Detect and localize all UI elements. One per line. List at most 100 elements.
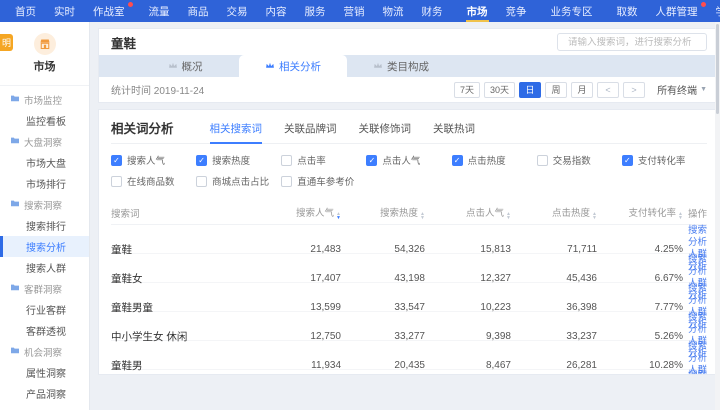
- sidebar-item-产品洞察[interactable]: 产品洞察: [0, 383, 89, 404]
- sidebar-item-行业客群[interactable]: 行业客群: [0, 299, 89, 320]
- value-cell: 26,281: [511, 360, 597, 371]
- column-header-支付转化率[interactable]: 支付转化率▲▼: [597, 205, 683, 220]
- chevron-down-icon: ▼: [700, 86, 707, 93]
- column-header-点击热度[interactable]: 点击热度▲▼: [511, 205, 597, 220]
- action-link-搜索分析[interactable]: 搜索分析: [683, 283, 707, 307]
- tab-类目构成[interactable]: 类目构成: [347, 55, 455, 77]
- nav-item-学院[interactable]: 学院: [707, 0, 720, 22]
- subtab-关联热词[interactable]: 关联热词: [433, 121, 475, 144]
- nav-item-物流[interactable]: 物流: [374, 0, 413, 22]
- checkbox-搜索人气[interactable]: ✓搜索人气: [111, 153, 196, 167]
- nav-item-服务[interactable]: 服务: [296, 0, 335, 22]
- keyword-searchbox[interactable]: [557, 33, 707, 51]
- checkbox-搜索热度[interactable]: ✓搜索热度: [196, 153, 281, 167]
- vertical-scrollbar[interactable]: [715, 22, 720, 410]
- sidebar-module-title: 市场: [34, 58, 56, 74]
- crown-icon: [168, 60, 178, 72]
- nav-item-竞争[interactable]: 竞争: [497, 0, 536, 22]
- checkbox-商城点击占比[interactable]: 商城点击占比: [196, 174, 281, 188]
- related-words-table: 搜索词搜索人气▲▼搜索热度▲▼点击人气▲▼点击热度▲▼支付转化率▲▼操作 童鞋2…: [111, 201, 707, 375]
- action-link-搜索分析[interactable]: 搜索分析: [683, 370, 707, 375]
- nav-item-商品[interactable]: 商品: [179, 0, 218, 22]
- chevron-right-icon[interactable]: >: [623, 82, 645, 98]
- main-content: 童鞋 概况相关分析类目构成 统计时间 2019-11-24 7天30天日周月<>…: [90, 22, 720, 410]
- subtab-关联修饰词[interactable]: 关联修饰词: [359, 121, 412, 144]
- period-button-30天[interactable]: 30天: [484, 82, 515, 98]
- terminal-dropdown[interactable]: 所有终端▼: [657, 82, 707, 97]
- subtab-相关搜索词[interactable]: 相关搜索词: [210, 121, 263, 144]
- search-input[interactable]: [568, 37, 700, 48]
- nav-item-人群管理[interactable]: 人群管理: [647, 0, 707, 22]
- checkbox-icon: ✓: [622, 155, 633, 166]
- checkbox-label: 点击热度: [468, 153, 506, 167]
- nav-item-财务[interactable]: 财务: [413, 0, 452, 22]
- sidebar-group-机会洞察[interactable]: 机会洞察: [0, 341, 89, 362]
- period-button-周[interactable]: 周: [545, 82, 567, 98]
- checkbox-label: 搜索人气: [127, 153, 165, 167]
- stat-time: 统计时间 2019-11-24: [111, 82, 204, 97]
- sidebar-group-客群洞察[interactable]: 客群洞察: [0, 278, 89, 299]
- sidebar-item-市场大盘[interactable]: 市场大盘: [0, 152, 89, 173]
- sidebar-item-属性洞察[interactable]: 属性洞察: [0, 362, 89, 383]
- chevron-left-icon[interactable]: <: [597, 82, 619, 98]
- checkbox-点击人气[interactable]: ✓点击人气: [366, 153, 451, 167]
- market-module-icon: [34, 33, 56, 55]
- sidebar-item-客群透视[interactable]: 客群透视: [0, 320, 89, 341]
- period-button-日[interactable]: 日: [519, 82, 541, 98]
- floating-tag[interactable]: 明: [0, 34, 13, 51]
- sidebar-item-搜索分析[interactable]: 搜索分析: [0, 236, 89, 257]
- nav-item-业务专区[interactable]: 业务专区: [542, 0, 602, 22]
- sidebar-group-搜索洞察[interactable]: 搜索洞察: [0, 194, 89, 215]
- period-button-7天[interactable]: 7天: [454, 82, 480, 98]
- value-cell: 36,398: [511, 302, 597, 313]
- nav-item-流量[interactable]: 流量: [140, 0, 179, 22]
- nav-item-取数[interactable]: 取数: [608, 0, 647, 22]
- checkbox-label: 直通车参考价: [297, 174, 354, 188]
- column-header-点击人气[interactable]: 点击人气▲▼: [425, 205, 511, 220]
- sidebar-group-大盘洞察[interactable]: 大盘洞察: [0, 131, 89, 152]
- value-cell: 9,398: [425, 331, 511, 342]
- checkbox-支付转化率[interactable]: ✓支付转化率: [622, 153, 707, 167]
- value-cell: 6.67%: [597, 273, 683, 284]
- value-cell: 12,750: [259, 331, 341, 342]
- sidebar-group-市场监控[interactable]: 市场监控: [0, 89, 89, 110]
- folder-icon: [10, 199, 20, 210]
- keyword-cell: 中小学生女 休闲: [111, 329, 259, 344]
- nav-item-营销[interactable]: 营销: [335, 0, 374, 22]
- sidebar-item-市场排行[interactable]: 市场排行: [0, 173, 89, 194]
- nav-item-作战室[interactable]: 作战室: [84, 0, 134, 22]
- action-link-搜索分析[interactable]: 搜索分析: [683, 225, 707, 249]
- page-tabs: 概况相关分析类目构成: [99, 55, 719, 77]
- sidebar-item-搜索人群[interactable]: 搜索人群: [0, 257, 89, 278]
- nav-item-首页[interactable]: 首页: [6, 0, 45, 22]
- value-cell: 11,934: [259, 360, 341, 371]
- checkbox-在线商品数[interactable]: 在线商品数: [111, 174, 196, 188]
- sidebar-header: 市场: [0, 22, 89, 86]
- column-header-搜索热度[interactable]: 搜索热度▲▼: [341, 205, 425, 220]
- nav-item-实时[interactable]: 实时: [45, 0, 84, 22]
- stat-time-label: 统计时间: [111, 86, 151, 97]
- action-link-搜索分析[interactable]: 搜索分析: [683, 254, 707, 278]
- action-link-搜索分析[interactable]: 搜索分析: [683, 341, 707, 365]
- checkbox-点击热度[interactable]: ✓点击热度: [452, 153, 537, 167]
- tab-概况[interactable]: 概况: [131, 55, 239, 77]
- checkbox-点击率[interactable]: 点击率: [281, 153, 366, 167]
- sidebar-item-搜索排行[interactable]: 搜索排行: [0, 215, 89, 236]
- scrollbar-thumb[interactable]: [716, 24, 719, 114]
- value-cell: 45,436: [511, 273, 597, 284]
- checkbox-icon: [111, 176, 122, 187]
- checkbox-直通车参考价[interactable]: 直通车参考价: [281, 174, 366, 188]
- nav-item-内容[interactable]: 内容: [257, 0, 296, 22]
- action-link-搜索分析[interactable]: 搜索分析: [683, 312, 707, 336]
- period-button-月[interactable]: 月: [571, 82, 593, 98]
- checkbox-交易指数[interactable]: 交易指数: [537, 153, 622, 167]
- tab-相关分析[interactable]: 相关分析: [239, 55, 347, 77]
- nav-item-交易[interactable]: 交易: [218, 0, 257, 22]
- value-cell: 15,813: [425, 244, 511, 255]
- checkbox-label: 搜索热度: [212, 153, 250, 167]
- nav-item-市场[interactable]: 市场: [458, 0, 497, 22]
- column-header-搜索人气[interactable]: 搜索人气▲▼: [259, 205, 341, 220]
- sidebar-item-监控看板[interactable]: 监控看板: [0, 110, 89, 131]
- checkbox-icon: ✓: [366, 155, 377, 166]
- subtab-关联品牌词[interactable]: 关联品牌词: [284, 121, 337, 144]
